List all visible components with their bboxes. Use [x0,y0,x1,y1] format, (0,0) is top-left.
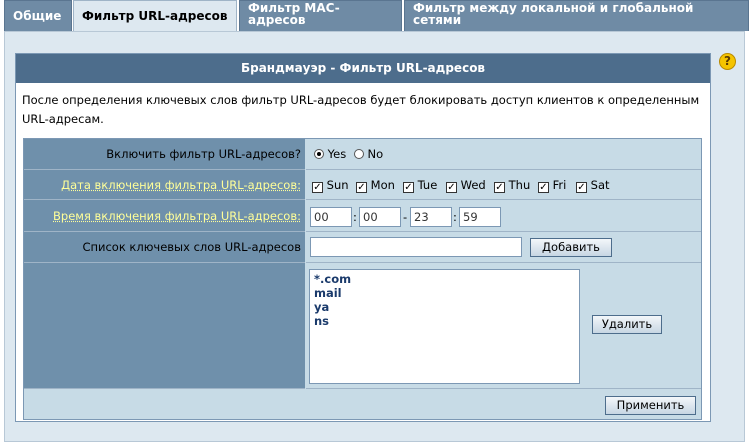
keyword-listbox[interactable]: *.com mail ya ns [309,269,580,384]
tab-general-label: Общие [13,9,62,23]
apply-row: Применить [24,389,701,419]
keyword-list-label: Список ключевых слов URL-адресов [24,232,305,263]
tab-lan-wan-filter-label-line1: Фильтр между локальной и глобальной [413,1,694,15]
enable-no-label: No [367,147,384,161]
time-row: 00 : 00 - 23 : 59 [306,200,701,232]
time-end-hour-input[interactable]: 23 [410,207,452,227]
time-dash: - [403,210,408,224]
time-colon-2: : [453,210,457,224]
day-sun-label: Sun [326,178,349,192]
enable-no-radio[interactable] [353,149,364,159]
time-enable-label: Время включения фильтра URL-адресов: [24,200,305,232]
day-tue-checkbox[interactable]: ✓ [403,182,414,193]
day-fri-checkbox[interactable]: ✓ [538,182,549,193]
tab-url-filter[interactable]: Фильтр URL-адресов [73,0,237,31]
page-title: Брандмауэр - Фильтр URL-адресов [16,54,710,83]
add-button[interactable]: Добавить [530,238,612,257]
day-sat-checkbox[interactable]: ✓ [576,182,587,193]
day-fri-label: Fri [552,178,567,192]
page-description: После определения ключевых слов фильтр U… [22,93,700,126]
keyword-item[interactable]: ya [314,300,575,314]
enable-filter-label: Включить фильтр URL-адресов? [24,139,305,170]
days-row: ✓ Sun ✓ Mon ✓ Tue ✓ Wed ✓ Thu ✓ Fri ✓ Sa… [306,170,701,200]
keyword-input[interactable] [310,237,522,257]
tab-url-filter-label: Фильтр URL-адресов [82,9,228,23]
date-enable-label: Дата включения фильтра URL-адресов: [24,170,305,200]
tab-lan-wan-filter-label-line2: сетями [413,13,462,27]
keyword-item[interactable]: ns [314,314,575,328]
delete-button[interactable]: Удалить [592,315,662,334]
day-thu-label: Thu [508,178,531,192]
day-wed-checkbox[interactable]: ✓ [446,182,457,193]
tab-mac-filter-label-line2: адресов [248,13,306,27]
keyword-item[interactable]: mail [314,286,575,300]
help-icon[interactable]: ? [719,53,736,70]
tab-mac-filter[interactable]: Фильтр MAC- адресов [239,0,402,31]
enable-yes-radio[interactable] [314,149,324,159]
keyword-list-label-cell [24,263,305,389]
keyword-row: Добавить [306,232,701,263]
tab-general[interactable]: Общие [4,0,72,31]
day-mon-checkbox[interactable]: ✓ [356,182,367,193]
time-colon-1: : [353,210,357,224]
time-start-hour-input[interactable]: 00 [310,207,352,227]
enable-yes-label: Yes [327,147,347,161]
time-end-min-input[interactable]: 59 [459,207,501,227]
day-sun-checkbox[interactable]: ✓ [312,182,323,193]
day-wed-label: Wed [460,178,486,192]
apply-button[interactable]: Применить [605,396,696,415]
tab-lan-wan-filter[interactable]: Фильтр между локальной и глобальной сетя… [404,0,749,31]
keyword-item[interactable]: *.com [314,272,575,286]
time-start-min-input[interactable]: 00 [359,207,401,227]
day-thu-checkbox[interactable]: ✓ [494,182,505,193]
tab-bar: Общие Фильтр URL-адресов Фильтр MAC- адр… [0,0,749,32]
day-mon-label: Mon [370,178,395,192]
day-tue-label: Tue [417,178,438,192]
day-sat-label: Sat [590,178,610,192]
enable-filter-options: Yes No [306,139,701,170]
